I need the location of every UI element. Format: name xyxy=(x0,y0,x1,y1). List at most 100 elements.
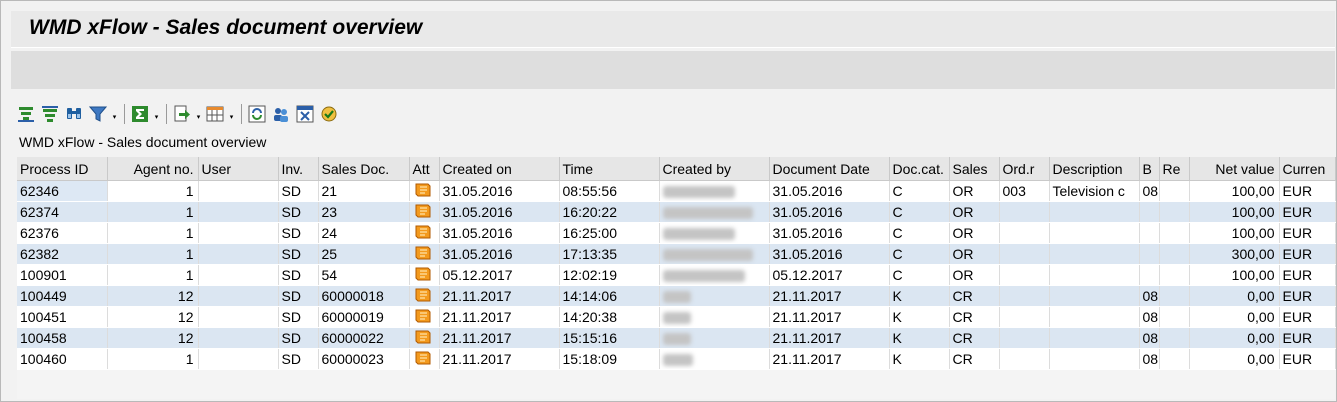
cell-re[interactable] xyxy=(1159,180,1190,202)
cell-description[interactable] xyxy=(1049,243,1140,265)
cell-currency[interactable]: EUR xyxy=(1279,180,1336,202)
cell-attachment[interactable] xyxy=(409,180,440,202)
cell-created-by[interactable] xyxy=(659,222,770,244)
cell-agent-no[interactable]: 1 xyxy=(107,180,199,202)
attachment-icon[interactable] xyxy=(413,329,433,348)
cell-time[interactable]: 14:14:06 xyxy=(559,285,660,307)
cell-currency[interactable]: EUR xyxy=(1279,327,1336,349)
cell-b[interactable] xyxy=(1139,222,1160,244)
cell-sales-doc[interactable]: 60000022 xyxy=(318,327,410,349)
cell-time[interactable]: 12:02:19 xyxy=(559,264,660,286)
cell-agent-no[interactable]: 1 xyxy=(107,348,199,370)
cell-ord-r[interactable] xyxy=(999,306,1050,328)
col-header-description[interactable]: Description xyxy=(1049,157,1140,181)
cell-user[interactable] xyxy=(198,264,279,286)
col-header-att[interactable]: Att xyxy=(409,157,440,181)
cell-process-id[interactable]: 100460 xyxy=(17,348,108,370)
cell-user[interactable] xyxy=(198,348,279,370)
cell-sales-doc[interactable]: 23 xyxy=(318,201,410,223)
cell-sales[interactable]: OR xyxy=(949,222,1000,244)
cell-doc-cat[interactable]: K xyxy=(889,285,950,307)
cell-doc-cat[interactable]: C xyxy=(889,243,950,265)
cell-user[interactable] xyxy=(198,306,279,328)
cell-process-id[interactable]: 100451 xyxy=(17,306,108,328)
cell-user[interactable] xyxy=(198,180,279,202)
cell-b[interactable]: 08 xyxy=(1139,327,1160,349)
cell-process-id[interactable]: 62376 xyxy=(17,222,108,244)
col-header-doc-cat[interactable]: Doc.cat. xyxy=(889,157,950,181)
cell-inv[interactable]: SD xyxy=(278,285,319,307)
cell-doc-cat[interactable]: C xyxy=(889,180,950,202)
find-icon[interactable] xyxy=(63,103,85,125)
cell-ord-r[interactable] xyxy=(999,327,1050,349)
cell-created-by[interactable] xyxy=(659,180,770,202)
col-header-created-on[interactable]: Created on xyxy=(439,157,560,181)
cell-created-on[interactable]: 21.11.2017 xyxy=(439,285,560,307)
table-row[interactable]: 100458 12 SD 60000022 21.11.2017 15:15:16 21.1… xyxy=(17,327,1336,349)
cell-ord-r[interactable] xyxy=(999,201,1050,223)
cell-agent-no[interactable]: 12 xyxy=(107,327,199,349)
col-header-sales[interactable]: Sales xyxy=(949,157,1000,181)
cell-currency[interactable]: EUR xyxy=(1279,243,1336,265)
cell-b[interactable] xyxy=(1139,201,1160,223)
cell-agent-no[interactable]: 12 xyxy=(107,285,199,307)
table-row[interactable]: 100449 12 SD 60000018 21.11.2017 14:14:06 21.1… xyxy=(17,285,1336,307)
layout-dropdown-icon[interactable]: ▾ xyxy=(228,103,235,125)
cell-re[interactable] xyxy=(1159,348,1190,370)
col-header-inv[interactable]: Inv. xyxy=(278,157,319,181)
users-icon[interactable] xyxy=(270,103,292,125)
cell-created-by[interactable] xyxy=(659,348,770,370)
cell-document-date[interactable]: 05.12.2017 xyxy=(769,264,890,286)
cell-sales-doc[interactable]: 54 xyxy=(318,264,410,286)
cell-b[interactable]: 08 xyxy=(1139,306,1160,328)
cell-sales-doc[interactable]: 60000023 xyxy=(318,348,410,370)
cell-inv[interactable]: SD xyxy=(278,222,319,244)
cell-document-date[interactable]: 21.11.2017 xyxy=(769,285,890,307)
cell-re[interactable] xyxy=(1159,285,1190,307)
cell-b[interactable] xyxy=(1139,264,1160,286)
table-row[interactable]: 100451 12 SD 60000019 21.11.2017 14:20:38 21.1… xyxy=(17,306,1336,328)
cell-user[interactable] xyxy=(198,327,279,349)
cell-created-by[interactable] xyxy=(659,243,770,265)
cell-created-on[interactable]: 21.11.2017 xyxy=(439,348,560,370)
cell-user[interactable] xyxy=(198,243,279,265)
cell-inv[interactable]: SD xyxy=(278,306,319,328)
layout-icon[interactable] xyxy=(204,103,226,125)
cell-sales-doc[interactable]: 25 xyxy=(318,243,410,265)
cell-description[interactable] xyxy=(1049,327,1140,349)
cell-user[interactable] xyxy=(198,201,279,223)
cell-agent-no[interactable]: 12 xyxy=(107,306,199,328)
cell-net-value[interactable]: 100,00 xyxy=(1189,201,1280,223)
cell-process-id[interactable]: 100458 xyxy=(17,327,108,349)
cell-created-by[interactable] xyxy=(659,327,770,349)
cell-created-on[interactable]: 05.12.2017 xyxy=(439,264,560,286)
cell-currency[interactable]: EUR xyxy=(1279,222,1336,244)
cell-description[interactable] xyxy=(1049,201,1140,223)
cell-sales[interactable]: CR xyxy=(949,348,1000,370)
attachment-icon[interactable] xyxy=(413,224,433,243)
cell-created-by[interactable] xyxy=(659,306,770,328)
cell-process-id[interactable]: 62346 xyxy=(17,180,108,202)
cell-created-on[interactable]: 31.05.2016 xyxy=(439,180,560,202)
cell-re[interactable] xyxy=(1159,306,1190,328)
cell-currency[interactable]: EUR xyxy=(1279,264,1336,286)
cell-time[interactable]: 14:20:38 xyxy=(559,306,660,328)
sum-dropdown-icon[interactable]: ▾ xyxy=(153,103,160,125)
cell-created-by[interactable] xyxy=(659,201,770,223)
attachment-icon[interactable] xyxy=(413,203,433,222)
cell-doc-cat[interactable]: C xyxy=(889,201,950,223)
cell-net-value[interactable]: 0,00 xyxy=(1189,306,1280,328)
cell-attachment[interactable] xyxy=(409,285,440,307)
attachment-icon[interactable] xyxy=(413,287,433,306)
cell-currency[interactable]: EUR xyxy=(1279,348,1336,370)
cell-currency[interactable]: EUR xyxy=(1279,306,1336,328)
cell-inv[interactable]: SD xyxy=(278,243,319,265)
cell-b[interactable]: 08 xyxy=(1139,285,1160,307)
table-row[interactable]: 100460 1 SD 60000023 21.11.2017 15:18:09 21.11… xyxy=(17,348,1336,370)
cell-created-on[interactable]: 31.05.2016 xyxy=(439,243,560,265)
cell-document-date[interactable]: 31.05.2016 xyxy=(769,180,890,202)
sum-icon[interactable] xyxy=(129,103,151,125)
cell-net-value[interactable]: 100,00 xyxy=(1189,222,1280,244)
cell-description[interactable]: Television c xyxy=(1049,180,1140,202)
cell-description[interactable] xyxy=(1049,222,1140,244)
